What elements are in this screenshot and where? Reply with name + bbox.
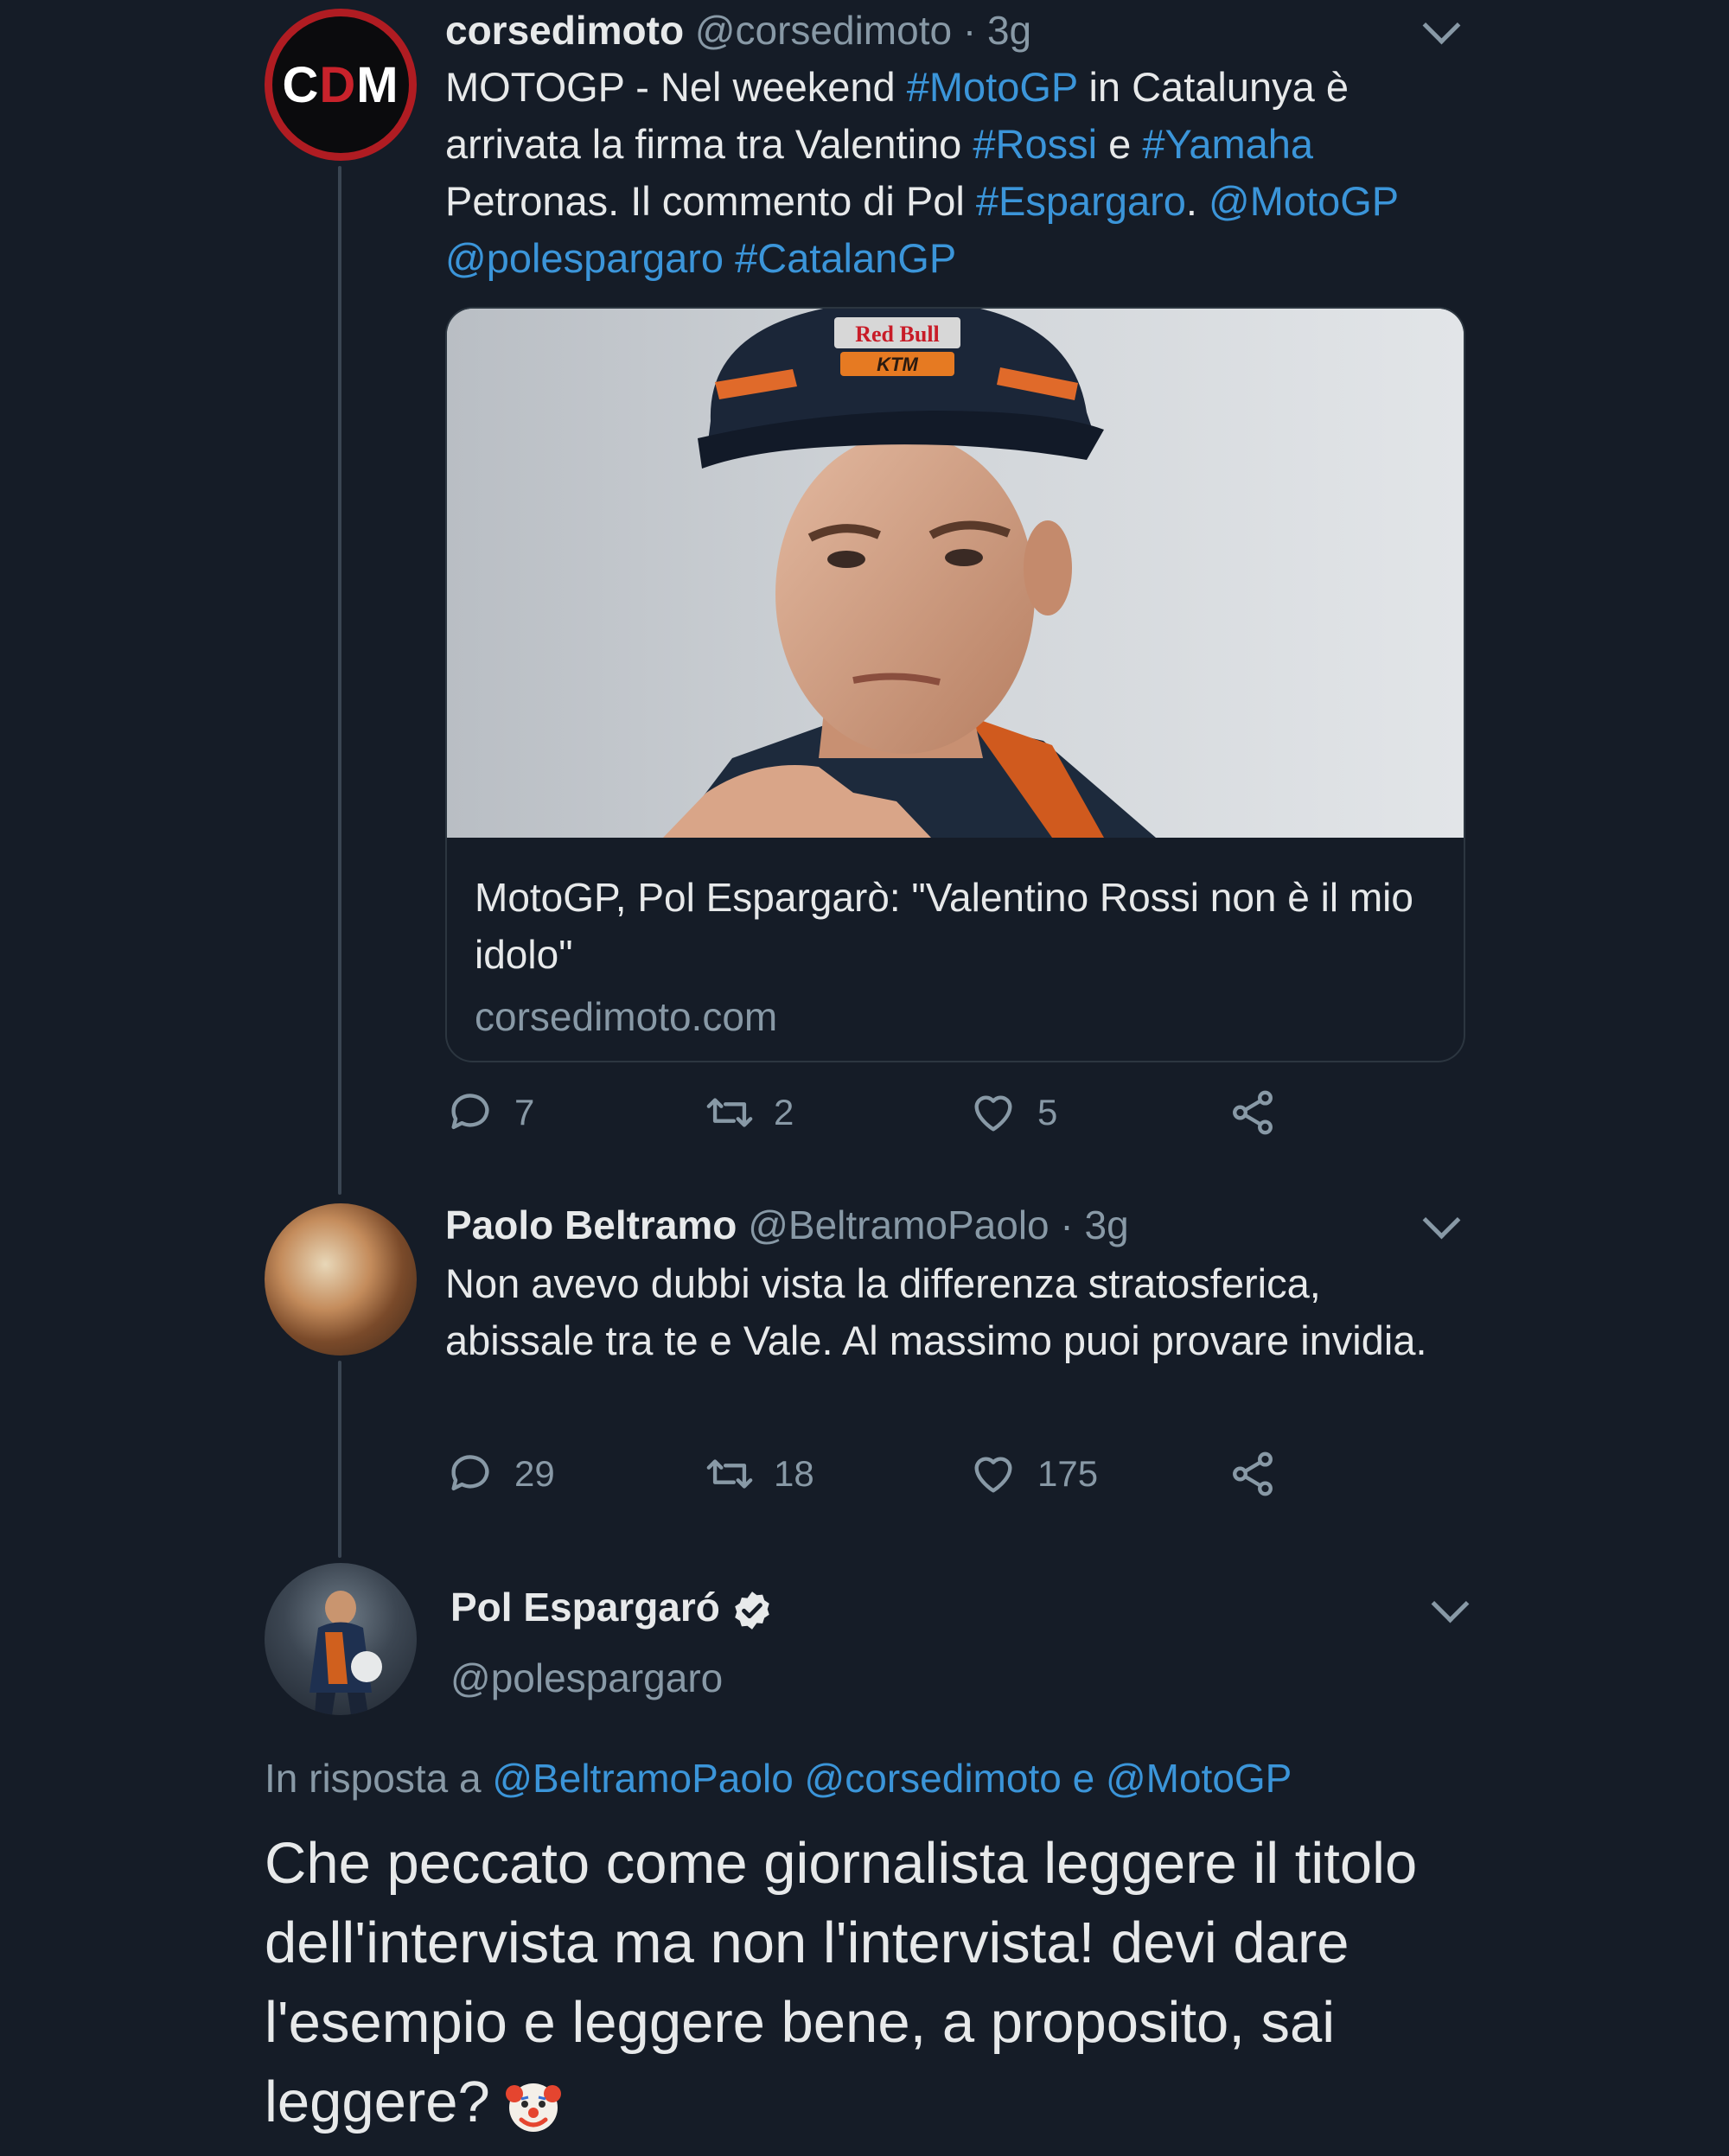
card-domain: corsedimoto.com [475, 994, 778, 1039]
display-name[interactable]: Paolo Beltramo [445, 1202, 737, 1247]
mention-motogp[interactable]: @MotoGP [1209, 178, 1398, 224]
tweet-1-header: corsedimoto @corsedimoto · 3g [445, 7, 1031, 54]
share-button[interactable] [1228, 1449, 1297, 1499]
rider-silhouette [309, 1591, 382, 1715]
heart-icon [974, 1457, 1012, 1493]
reply-icon [451, 1455, 489, 1491]
reply-count: 7 [514, 1092, 535, 1132]
tweet-3-handle-row: @polespargaro [450, 1655, 723, 1701]
tweet-2-header: Paolo Beltramo @BeltramoPaolo · 3g [445, 1202, 1129, 1248]
reply-mentions[interactable]: @BeltramoPaolo @corsedimoto e @MotoGP [492, 1756, 1292, 1801]
chevron-down-icon[interactable] [1422, 6, 1461, 45]
link-preview-card[interactable]: Red Bull KTM MotoGP, Pol Espargarò: "Val… [445, 307, 1465, 1062]
retweet-icon [706, 1459, 753, 1489]
retweet-icon [706, 1098, 753, 1127]
user-handle[interactable]: @corsedimoto [695, 8, 952, 53]
user-handle[interactable]: @BeltramoPaolo [748, 1202, 1049, 1247]
card-image: Red Bull KTM [447, 309, 1464, 838]
user-handle[interactable]: @polespargaro [450, 1655, 723, 1700]
like-button[interactable]: 175 [968, 1449, 1098, 1499]
hashtag-rossi[interactable]: #Rossi [973, 121, 1097, 167]
heart-icon [974, 1095, 1012, 1132]
share-icon [1233, 1451, 1273, 1496]
tweet-2-actions: 29 18 175 [445, 1449, 1483, 1509]
tweet-1-actions: 7 2 5 [445, 1088, 1483, 1148]
share-button[interactable] [1228, 1088, 1297, 1138]
mention-polespargaro[interactable]: @polespargaro [445, 235, 724, 281]
retweet-count: 2 [774, 1092, 794, 1132]
hashtag-catalangp[interactable]: #CatalanGP [735, 235, 956, 281]
display-name[interactable]: corsedimoto [445, 8, 684, 53]
hashtag-espargaro[interactable]: #Espargaro [976, 178, 1186, 224]
tweet-time[interactable]: · 3g [963, 8, 1031, 53]
thread-line-1 [338, 166, 341, 1195]
display-name[interactable]: Pol Espargaró [450, 1585, 720, 1630]
verified-badge-icon [735, 1591, 769, 1630]
chevron-down-icon[interactable] [1431, 1585, 1470, 1623]
tweet-3-text: Che peccato come giornalista leggere il … [265, 1824, 1492, 2142]
retweet-button[interactable]: 2 [705, 1088, 794, 1138]
retweet-count: 18 [774, 1453, 814, 1494]
clown-face-icon [505, 2083, 561, 2133]
reply-prefix: In risposta a [265, 1756, 482, 1801]
hashtag-motogp[interactable]: #MotoGP [907, 64, 1078, 110]
share-icon [1233, 1090, 1273, 1135]
like-button[interactable]: 5 [968, 1088, 1057, 1138]
tweet-1-text: MOTOGP - Nel weekend #MotoGP in Cataluny… [445, 64, 1399, 281]
corsedimoto-avatar[interactable]: CDM [265, 9, 417, 161]
pol-espargaro-avatar[interactable] [265, 1563, 417, 1715]
card-title: MotoGP, Pol Espargarò: "Valentino Rossi … [475, 875, 1413, 977]
tweet-2-text: Non avevo dubbi vista la differenza stra… [445, 1260, 1427, 1363]
thread-line-2 [338, 1361, 341, 1558]
like-count: 175 [1037, 1453, 1099, 1494]
cdm-logo: CDM [282, 56, 399, 113]
replying-to: In risposta a @BeltramoPaolo @corsedimot… [265, 1755, 1292, 1802]
cap-brand-bottom: KTM [877, 354, 918, 375]
tweet-time[interactable]: · 3g [1060, 1202, 1128, 1247]
retweet-button[interactable]: 18 [705, 1449, 814, 1499]
rider-portrait-image: Red Bull KTM [447, 309, 1464, 838]
chevron-down-icon[interactable] [1422, 1201, 1461, 1240]
reply-icon [451, 1094, 489, 1130]
reply-button[interactable]: 29 [445, 1449, 555, 1499]
paolo-beltramo-avatar[interactable] [265, 1203, 417, 1355]
tweet-3-header: Pol Espargaró [450, 1584, 774, 1632]
reply-button[interactable]: 7 [445, 1088, 534, 1138]
hashtag-yamaha[interactable]: #Yamaha [1142, 121, 1313, 167]
cap-brand-top: Red Bull [855, 322, 940, 347]
like-count: 5 [1037, 1092, 1058, 1132]
reply-count: 29 [514, 1453, 555, 1494]
